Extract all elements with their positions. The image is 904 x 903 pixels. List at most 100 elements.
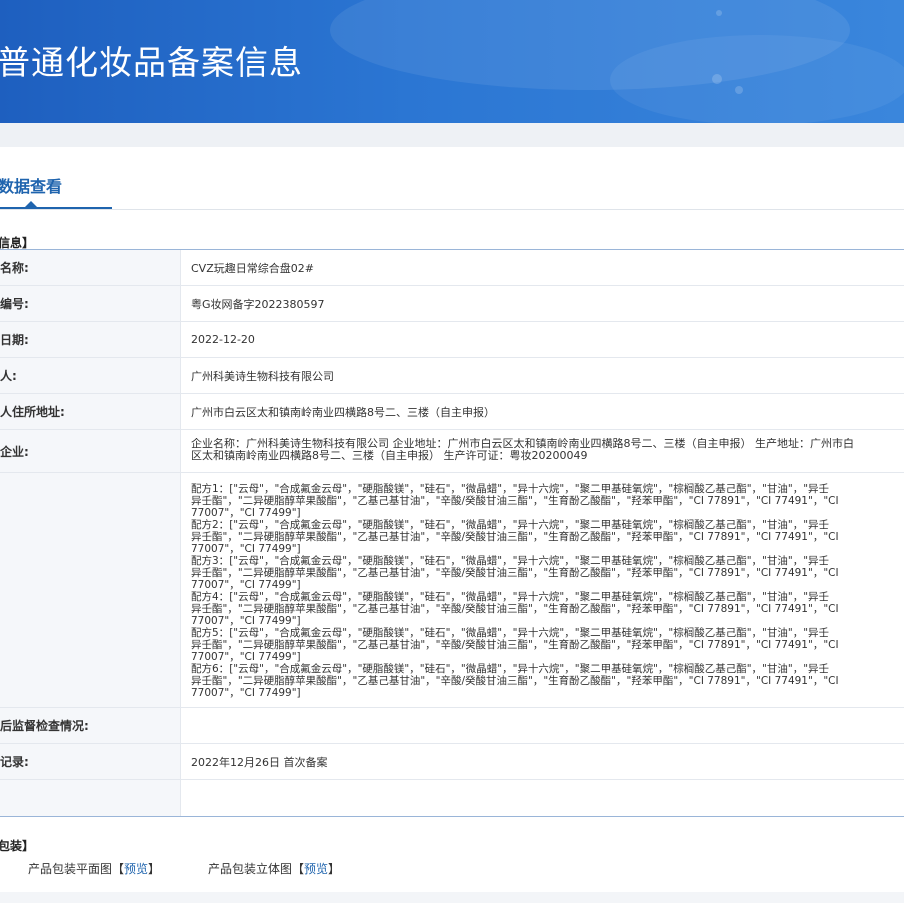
main-panel: 数据查看 信息】 名称: CVZ玩趣日常综合盘02# 编号: 粤G妆网备字202… — [0, 147, 904, 892]
table-row: 配方1：["云母"，"合成氟金云母"，"硬脂酸镁"，"硅石"，"微晶蜡"，"异十… — [0, 473, 904, 708]
table-row: 人: 广州科美诗生物科技有限公司 — [0, 358, 904, 394]
formula-text: ["云母"，"合成氟金云母"，"硬脂酸镁"，"硅石"，"微晶蜡"，"异十六烷"，… — [229, 663, 830, 675]
formula-line-first: 配方5：["云母"，"合成氟金云母"，"硬脂酸镁"，"硅石"，"微晶蜡"，"异十… — [191, 627, 904, 639]
row-label — [0, 473, 181, 707]
formula-text: ["云母"，"合成氟金云母"，"硬脂酸镁"，"硅石"，"微晶蜡"，"异十六烷"，… — [229, 519, 830, 531]
table-row: 名称: CVZ玩趣日常综合盘02# — [0, 250, 904, 286]
formula-line-first: 配方6：["云母"，"合成氟金云母"，"硬脂酸镁"，"硅石"，"微晶蜡"，"异十… — [191, 663, 904, 675]
row-value: 粤G妆网备字2022380597 — [191, 297, 325, 311]
formula-item: 配方6：["云母"，"合成氟金云母"，"硬脂酸镁"，"硅石"，"微晶蜡"，"异十… — [191, 663, 904, 699]
formula-text: 异壬酯"，"二异硬脂醇苹果酸酯"，"乙基己基甘油"，"辛酸/癸酸甘油三酯"，"生… — [191, 567, 839, 579]
row-label: 记录: — [0, 744, 181, 779]
row-value: 2022-12-20 — [191, 333, 255, 346]
package-item-3d: 产品包装立体图【预览】 — [208, 860, 340, 877]
formula-line: 77007"，"CI 77499"] — [191, 579, 904, 591]
formula-line: 异壬酯"，"二异硬脂醇苹果酸酯"，"乙基己基甘油"，"辛酸/癸酸甘油三酯"，"生… — [191, 603, 904, 615]
formula-line: 77007"，"CI 77499"] — [191, 543, 904, 555]
row-value: CVZ玩趣日常综合盘02# — [191, 261, 314, 275]
formula-line-first: 配方4：["云母"，"合成氟金云母"，"硬脂酸镁"，"硅石"，"微晶蜡"，"异十… — [191, 591, 904, 603]
table-row: 后监督检查情况: — [0, 708, 904, 744]
formula-line: 异壬酯"，"二异硬脂醇苹果酸酯"，"乙基己基甘油"，"辛酸/癸酸甘油三酯"，"生… — [191, 639, 904, 651]
banner-dot — [716, 10, 722, 16]
formula-text: 异壬酯"，"二异硬脂醇苹果酸酯"，"乙基己基甘油"，"辛酸/癸酸甘油三酯"，"生… — [191, 603, 839, 615]
formula-line: 77007"，"CI 77499"] — [191, 615, 904, 627]
formula-text: 77007"，"CI 77499"] — [191, 687, 301, 699]
row-label: 人住所地址: — [0, 394, 181, 429]
formula-line: 77007"，"CI 77499"] — [191, 687, 904, 699]
table-row: 企业: 企业名称：广州科美诗生物科技有限公司 企业地址：广州市白云区太和镇南岭南… — [0, 430, 904, 473]
banner-dot — [712, 74, 722, 84]
formula-name: 配方5： — [191, 627, 230, 639]
table-row: 编号: 粤G妆网备字2022380597 — [0, 286, 904, 322]
row-label: 日期: — [0, 322, 181, 357]
banner-decoration — [610, 35, 904, 123]
tab-bar: 数据查看 — [0, 147, 904, 210]
enterprise-line: 企业名称：广州科美诗生物科技有限公司 企业地址：广州市白云区太和镇南岭南业四横路… — [191, 438, 854, 450]
formula-text: ["云母"，"合成氟金云母"，"硬脂酸镁"，"硅石"，"微晶蜡"，"异十六烷"，… — [229, 591, 830, 603]
row-label: 人: — [0, 358, 181, 393]
formula-text: 77007"，"CI 77499"] — [191, 543, 301, 555]
table-row: 记录: 2022年12月26日 首次备案 — [0, 744, 904, 780]
formula-name: 配方2： — [191, 519, 230, 531]
formula-text: ["云母"，"合成氟金云母"，"硬脂酸镁"，"硅石"，"微晶蜡"，"异十六烷"，… — [229, 555, 830, 567]
formula-name: 配方1： — [191, 483, 230, 495]
row-value: 广州科美诗生物科技有限公司 — [191, 369, 334, 383]
row-label — [0, 780, 181, 816]
formula-item: 配方2：["云母"，"合成氟金云母"，"硬脂酸镁"，"硅石"，"微晶蜡"，"异十… — [191, 519, 904, 555]
formula-line: 77007"，"CI 77499"] — [191, 651, 904, 663]
section-title-package: 包装】 — [0, 839, 35, 853]
formula-item: 配方1：["云母"，"合成氟金云母"，"硬脂酸镁"，"硅石"，"微晶蜡"，"异十… — [191, 483, 904, 519]
row-label: 编号: — [0, 286, 181, 321]
formula-line: 异壬酯"，"二异硬脂醇苹果酸酯"，"乙基己基甘油"，"辛酸/癸酸甘油三酯"，"生… — [191, 567, 904, 579]
package-item-flat: 产品包装平面图【预览】 — [28, 860, 160, 877]
package-label: 产品包装立体图 — [208, 862, 293, 876]
row-label: 后监督检查情况: — [0, 708, 181, 743]
formula-text: 77007"，"CI 77499"] — [191, 651, 301, 663]
bracket: 】 — [148, 862, 161, 876]
row-label: 企业: — [0, 430, 181, 472]
formula-line-first: 配方3：["云母"，"合成氟金云母"，"硬脂酸镁"，"硅石"，"微晶蜡"，"异十… — [191, 555, 904, 567]
formula-text: 异壬酯"，"二异硬脂醇苹果酸酯"，"乙基己基甘油"，"辛酸/癸酸甘油三酯"，"生… — [191, 675, 839, 687]
preview-link[interactable]: 预览 — [304, 862, 328, 876]
formula-text: 异壬酯"，"二异硬脂醇苹果酸酯"，"乙基己基甘油"，"辛酸/癸酸甘油三酯"，"生… — [191, 495, 839, 507]
formula-line: 异壬酯"，"二异硬脂醇苹果酸酯"，"乙基己基甘油"，"辛酸/癸酸甘油三酯"，"生… — [191, 675, 904, 687]
row-value — [181, 780, 904, 816]
formula-text: ["云母"，"合成氟金云母"，"硬脂酸镁"，"硅石"，"微晶蜡"，"异十六烷"，… — [229, 627, 830, 639]
formula-item: 配方5：["云母"，"合成氟金云母"，"硬脂酸镁"，"硅石"，"微晶蜡"，"异十… — [191, 627, 904, 663]
bracket: 】 — [328, 862, 341, 876]
bracket: 【 — [292, 862, 305, 876]
tab-data-view[interactable]: 数据查看 — [0, 173, 62, 197]
formula-name: 配方4： — [191, 591, 230, 603]
banner-dot — [735, 86, 743, 94]
formula-text: 异壬酯"，"二异硬脂醇苹果酸酯"，"乙基己基甘油"，"辛酸/癸酸甘油三酯"，"生… — [191, 639, 839, 651]
formula-line-first: 配方1：["云母"，"合成氟金云母"，"硬脂酸镁"，"硅石"，"微晶蜡"，"异十… — [191, 483, 904, 495]
row-value: 企业名称：广州科美诗生物科技有限公司 企业地址：广州市白云区太和镇南岭南业四横路… — [181, 430, 904, 472]
page-title: 普通化妆品备案信息 — [0, 43, 303, 82]
formula-item: 配方3：["云母"，"合成氟金云母"，"硬脂酸镁"，"硅石"，"微晶蜡"，"异十… — [191, 555, 904, 591]
row-value — [181, 708, 904, 743]
formula-name: 配方6： — [191, 663, 230, 675]
formula-line: 异壬酯"，"二异硬脂醇苹果酸酯"，"乙基己基甘油"，"辛酸/癸酸甘油三酯"，"生… — [191, 495, 904, 507]
table-row — [0, 780, 904, 816]
formula-text: 77007"，"CI 77499"] — [191, 507, 301, 519]
bracket: 【 — [112, 862, 125, 876]
spacer — [0, 123, 904, 147]
row-value: 2022年12月26日 首次备案 — [191, 755, 328, 769]
info-table: 名称: CVZ玩趣日常综合盘02# 编号: 粤G妆网备字2022380597 日… — [0, 249, 904, 817]
header-banner: 普通化妆品备案信息 — [0, 0, 904, 123]
formula-line: 异壬酯"，"二异硬脂醇苹果酸酯"，"乙基己基甘油"，"辛酸/癸酸甘油三酯"，"生… — [191, 531, 904, 543]
table-row: 人住所地址: 广州市白云区太和镇南岭南业四横路8号二、三楼（自主申报） — [0, 394, 904, 430]
row-label: 名称: — [0, 250, 181, 285]
tab-underline — [0, 207, 112, 209]
formula-text: ["云母"，"合成氟金云母"，"硬脂酸镁"，"硅石"，"微晶蜡"，"异十六烷"，… — [229, 483, 830, 495]
formula-name: 配方3： — [191, 555, 230, 567]
preview-link[interactable]: 预览 — [124, 862, 148, 876]
formula-text: 异壬酯"，"二异硬脂醇苹果酸酯"，"乙基己基甘油"，"辛酸/癸酸甘油三酯"，"生… — [191, 531, 839, 543]
formula-list: 配方1：["云母"，"合成氟金云母"，"硬脂酸镁"，"硅石"，"微晶蜡"，"异十… — [181, 473, 904, 707]
formula-line-first: 配方2：["云母"，"合成氟金云母"，"硬脂酸镁"，"硅石"，"微晶蜡"，"异十… — [191, 519, 904, 531]
formula-text: 77007"，"CI 77499"] — [191, 579, 301, 591]
enterprise-line: 区太和镇南岭南业四横路8号二、三楼（自主申报） 生产许可证：粤妆20200049 — [191, 450, 588, 462]
row-value: 广州市白云区太和镇南岭南业四横路8号二、三楼（自主申报） — [191, 405, 495, 419]
table-row: 日期: 2022-12-20 — [0, 322, 904, 358]
package-label: 产品包装平面图 — [28, 862, 113, 876]
